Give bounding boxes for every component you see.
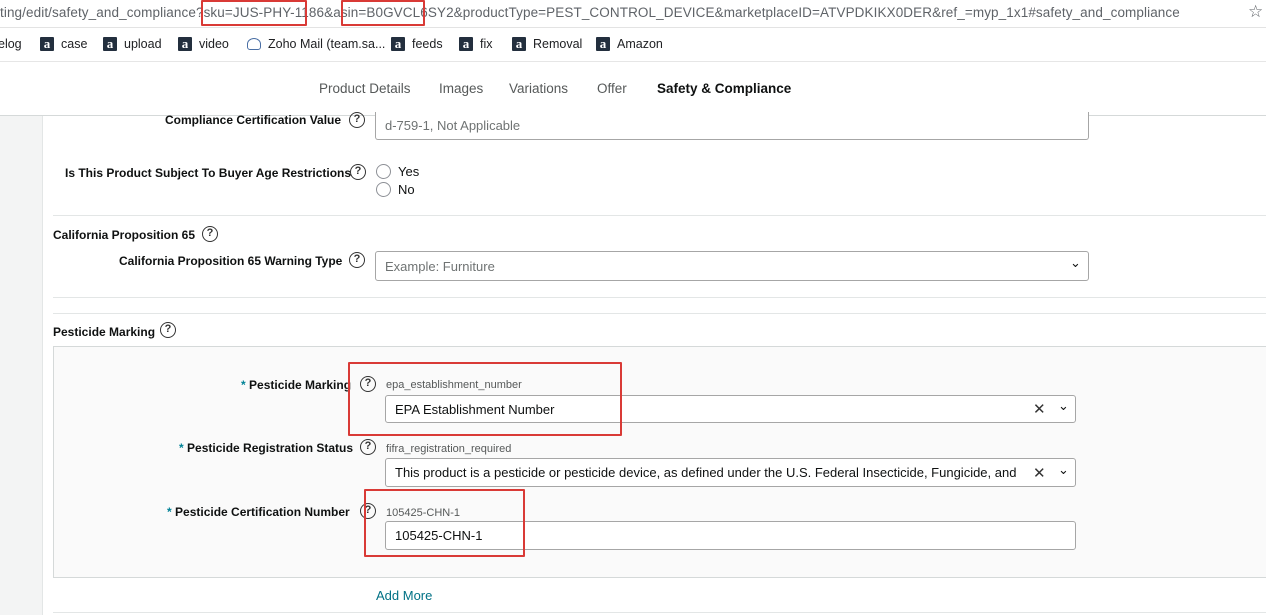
amazon-icon: a <box>103 37 117 51</box>
pesticide-marking-label: * Pesticide Marking <box>241 378 351 392</box>
tab-bar: Product Details Images Variations Offer … <box>0 62 1266 116</box>
pesticide-registration-hint: fifra_registration_required <box>386 443 512 455</box>
field-label-text: Pesticide Marking <box>249 378 352 392</box>
bookmark-amazon[interactable]: a Amazon <box>596 37 663 51</box>
prop65-warning-type-label: California Proposition 65 Warning Type <box>119 254 343 268</box>
tab-product-details[interactable]: Product Details <box>319 81 411 96</box>
help-icon[interactable]: ? <box>350 164 366 180</box>
amazon-icon: a <box>391 37 405 51</box>
bookmark-fix[interactable]: a fix <box>459 37 493 51</box>
bookmark-label: Removal <box>533 37 583 51</box>
divider <box>53 297 1266 298</box>
help-icon[interactable]: ? <box>360 439 376 455</box>
amazon-icon: a <box>40 37 54 51</box>
field-label-text: Pesticide Registration Status <box>187 441 354 455</box>
divider <box>53 313 1266 314</box>
compliance-cert-field[interactable]: d-759-1, Not Applicable <box>375 112 1089 140</box>
age-restrictions-label: Is This Product Subject To Buyer Age Res… <box>65 166 352 180</box>
bookmark-elog[interactable]: elog <box>0 37 22 51</box>
prop65-warning-type-select[interactable]: Example: Furniture <box>375 251 1089 281</box>
highlight-box-certification <box>364 489 525 557</box>
bookmark-label: upload <box>124 37 162 51</box>
required-star: * <box>179 441 184 455</box>
required-star: * <box>241 378 246 392</box>
chevron-down-icon[interactable]: ⌄ <box>1058 398 1069 414</box>
select-placeholder: Example: Furniture <box>385 259 495 274</box>
star-outline-icon[interactable]: ☆ <box>1248 3 1266 21</box>
amazon-icon: a <box>178 37 192 51</box>
amazon-icon: a <box>459 37 473 51</box>
bookmark-upload[interactable]: a upload <box>103 37 162 51</box>
bookmark-label: Zoho Mail (team.sa... <box>268 37 386 51</box>
address-bar[interactable]: ting/edit/safety_and_compliance?sku=JUS-… <box>0 0 1266 28</box>
bookmark-removal[interactable]: a Removal <box>512 37 582 51</box>
select-value: This product is a pesticide or pesticide… <box>395 465 1017 480</box>
bookmark-video[interactable]: a video <box>178 37 229 51</box>
amazon-icon: a <box>512 37 526 51</box>
help-icon[interactable]: ? <box>160 322 176 338</box>
bookmark-zoho-mail[interactable]: Zoho Mail (team.sa... <box>247 37 385 51</box>
clear-icon[interactable]: ✕ <box>1033 400 1046 418</box>
bookmark-label: elog <box>0 37 22 51</box>
prop65-section-title: California Proposition 65 <box>53 228 196 242</box>
bookmark-label: case <box>61 37 88 51</box>
divider <box>53 215 1266 216</box>
help-icon[interactable]: ? <box>349 112 365 128</box>
add-more-link[interactable]: Add More <box>376 588 432 603</box>
compliance-cert-label: Compliance Certification Value <box>165 113 342 127</box>
radio-no-label: No <box>398 182 415 197</box>
field-label-text: Pesticide Certification Number <box>175 505 350 519</box>
chevron-down-icon[interactable]: ⌄ <box>1070 255 1081 271</box>
left-gutter <box>0 116 43 615</box>
help-icon[interactable]: ? <box>349 252 365 268</box>
pesticide-certification-label: * Pesticide Certification Number <box>167 505 350 519</box>
amazon-icon: a <box>596 37 610 51</box>
bookmarks-bar: elog a case a upload a video Zoho Mail (tea… <box>0 28 1266 62</box>
required-star: * <box>167 505 172 519</box>
bookmark-label: video <box>199 37 229 51</box>
radio-yes[interactable] <box>376 164 391 179</box>
tab-safety-compliance[interactable]: Safety & Compliance <box>657 81 791 96</box>
url-text[interactable]: ting/edit/safety_and_compliance?sku=JUS-… <box>0 5 1180 20</box>
highlight-box-asin <box>341 0 425 26</box>
tab-variations[interactable]: Variations <box>509 81 568 96</box>
clear-icon[interactable]: ✕ <box>1033 464 1046 482</box>
radio-yes-label: Yes <box>398 164 420 179</box>
pesticide-registration-select[interactable]: This product is a pesticide or pesticide… <box>385 458 1076 487</box>
tab-images[interactable]: Images <box>439 81 483 96</box>
bookmark-feeds[interactable]: a feeds <box>391 37 443 51</box>
pesticide-section-title: Pesticide Marking <box>53 325 156 339</box>
radio-no[interactable] <box>376 182 391 197</box>
chevron-down-icon[interactable]: ⌄ <box>1058 462 1069 478</box>
highlight-box-sku <box>201 0 307 26</box>
pesticide-registration-label: * Pesticide Registration Status <box>179 441 353 455</box>
bookmark-label: feeds <box>412 37 443 51</box>
zoho-mail-icon <box>247 38 261 50</box>
bookmark-label: fix <box>480 37 493 51</box>
tab-offer[interactable]: Offer <box>597 81 627 96</box>
highlight-box-pesticide-marking <box>348 362 622 436</box>
bookmark-label: Amazon <box>617 37 663 51</box>
help-icon[interactable]: ? <box>202 226 218 242</box>
divider <box>53 612 1266 613</box>
bookmark-case[interactable]: a case <box>40 37 87 51</box>
